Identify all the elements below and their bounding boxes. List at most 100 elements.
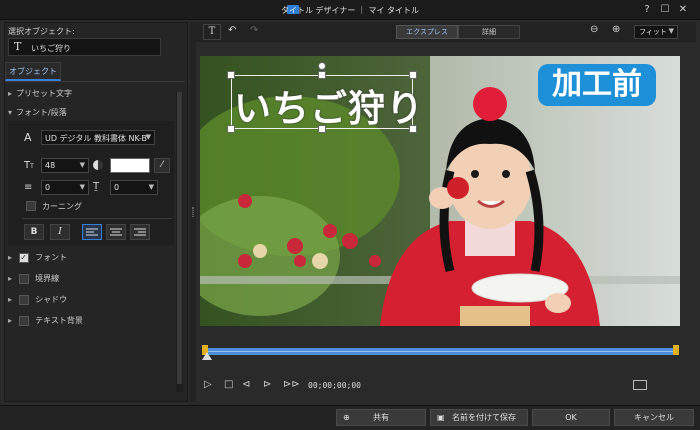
next-frame-icon[interactable]: ⊳ — [263, 379, 271, 390]
timeline-ticks — [204, 351, 676, 352]
close-button[interactable]: ✕ — [676, 3, 690, 17]
panel-splitter[interactable] — [190, 22, 196, 402]
section-text-bg[interactable]: ▸ テキスト背景 — [8, 315, 83, 326]
dropdown-caret-icon: ▼ — [79, 161, 85, 169]
playhead-icon[interactable] — [202, 352, 212, 360]
prev-frame-icon[interactable]: ⊲ — [242, 379, 250, 390]
preview-canvas[interactable]: いちご狩り 加工前 — [200, 56, 680, 326]
font-size-value: 48 — [45, 161, 56, 170]
align-center-button[interactable] — [106, 224, 126, 240]
line-spacing-select[interactable]: 0 ▼ — [41, 180, 89, 195]
timecode: 00;00;00;00 — [308, 381, 361, 390]
align-center-icon — [110, 228, 122, 236]
shadow-checkbox[interactable] — [18, 294, 29, 305]
divider — [22, 218, 172, 219]
selected-object-label: 選択オブジェクト: — [8, 27, 75, 36]
help-button[interactable]: ? — [640, 3, 654, 17]
redo-icon[interactable]: ↷ — [250, 25, 258, 36]
bold-button[interactable]: B — [24, 224, 44, 240]
align-left-icon — [86, 228, 98, 236]
fast-forward-icon[interactable]: ⊳⊳ — [283, 379, 300, 390]
undo-icon[interactable]: ↶ — [228, 25, 236, 36]
section-font-label: フォント — [35, 253, 68, 262]
play-icon[interactable]: ▷ — [204, 379, 212, 390]
section-shadow-label: シャドウ — [35, 295, 68, 304]
char-spacing-value: 0 — [114, 183, 120, 192]
grip-icon — [192, 207, 194, 217]
dropdown-caret-icon: ▼ — [668, 27, 674, 35]
dropdown-caret-icon: ▼ — [145, 133, 151, 141]
align-left-button[interactable] — [82, 224, 102, 240]
selected-object-value: いちご狩り — [31, 44, 71, 53]
text-bg-checkbox[interactable] — [18, 315, 29, 326]
chevron-right-icon: ▸ — [8, 89, 13, 98]
font-size-select[interactable]: 48 ▼ — [41, 158, 89, 173]
share-button[interactable]: ⊕ 共有 — [336, 409, 426, 426]
font-icon: A — [24, 131, 32, 144]
ok-button[interactable]: OK — [532, 409, 610, 426]
window-title: タイトル デザイナー ｜ マイ タイトル — [280, 6, 419, 15]
font-paragraph-section[interactable]: ▾ フォント/段落 — [8, 107, 67, 118]
border-checkbox[interactable] — [18, 273, 29, 284]
preset-text-section[interactable]: ▸ プリセット文字 — [8, 88, 72, 99]
font-paragraph-label: フォント/段落 — [16, 108, 67, 117]
tab-detail[interactable]: 詳細 — [458, 25, 520, 39]
restore-button[interactable]: ☐ — [658, 3, 672, 17]
line-spacing-icon: ≡ — [24, 182, 33, 193]
zoom-value: フィット — [639, 28, 667, 36]
cancel-button[interactable]: キャンセル — [614, 409, 694, 426]
save-as-button[interactable]: ▣ 名前を付けて保存 — [430, 409, 528, 426]
font-size-icon: TT — [24, 160, 34, 171]
font-family-value: UD デジタル 教科書体 NK-B — [45, 134, 147, 143]
kerning-label: カーニング — [42, 202, 82, 211]
rotate-handle[interactable] — [318, 62, 326, 70]
share-label: 共有 — [373, 413, 389, 422]
section-border-label: 境界線 — [35, 274, 60, 283]
section-font[interactable]: ▸ ✓ フォント — [8, 252, 67, 263]
scrollbar-thumb[interactable] — [177, 92, 182, 384]
text-color-swatch[interactable] — [110, 158, 150, 173]
opacity-icon — [93, 160, 103, 170]
selected-object-field[interactable]: T いちご狩り — [8, 38, 161, 56]
font-family-select[interactable]: UD デジタル 教科書体 NK-B ▼ — [41, 130, 155, 145]
char-spacing-select[interactable]: 0 ▼ — [110, 180, 158, 195]
out-point-marker[interactable] — [673, 345, 679, 355]
stop-icon[interactable]: □ — [224, 379, 233, 390]
save-icon: ▣ — [437, 413, 445, 422]
dropdown-caret-icon: ▼ — [148, 183, 154, 191]
chevron-right-icon: ▸ — [8, 274, 13, 283]
fullscreen-icon[interactable] — [633, 380, 647, 390]
tab-divider — [5, 81, 185, 82]
chevron-right-icon: ▸ — [8, 295, 13, 304]
dropdown-caret-icon: ▼ — [79, 183, 85, 191]
save-as-label: 名前を付けて保存 — [452, 413, 516, 422]
zoom-out-icon[interactable]: ⊖ — [590, 24, 598, 35]
align-right-icon — [134, 228, 146, 236]
zoom-select[interactable]: フィット ▼ — [634, 25, 678, 39]
chevron-right-icon: ▸ — [8, 253, 13, 262]
title-bar: タイトル デザイナー ｜ マイ タイトル ? ☐ ✕ — [0, 0, 700, 20]
insert-text-icon[interactable]: T — [203, 24, 221, 40]
preset-text-label: プリセット文字 — [16, 89, 72, 98]
line-spacing-value: 0 — [45, 183, 51, 192]
section-border[interactable]: ▸ 境界線 — [8, 273, 59, 284]
section-shadow[interactable]: ▸ シャドウ — [8, 294, 67, 305]
tab-object[interactable]: オブジェクト — [5, 62, 61, 81]
before-badge: 加工前 — [538, 64, 656, 106]
eyedropper-icon[interactable]: ⁄ — [154, 158, 170, 173]
title-text-object[interactable]: いちご狩り — [234, 78, 424, 132]
timeline[interactable] — [200, 342, 680, 360]
panel-scrollbar[interactable] — [176, 92, 183, 392]
italic-button[interactable]: I — [50, 224, 70, 240]
align-right-button[interactable] — [130, 224, 150, 240]
globe-icon: ⊕ — [343, 413, 350, 422]
font-enabled-checkbox[interactable]: ✓ — [18, 252, 29, 263]
char-spacing-icon: Ṯ — [93, 181, 100, 192]
tab-express[interactable]: エクスプレス — [396, 25, 458, 39]
kerning-checkbox[interactable] — [26, 201, 36, 211]
text-object-icon: T — [14, 40, 22, 53]
chevron-right-icon: ▸ — [8, 316, 13, 325]
zoom-in-icon[interactable]: ⊕ — [612, 24, 620, 35]
chevron-down-icon: ▾ — [8, 108, 13, 117]
section-text-bg-label: テキスト背景 — [35, 316, 83, 325]
